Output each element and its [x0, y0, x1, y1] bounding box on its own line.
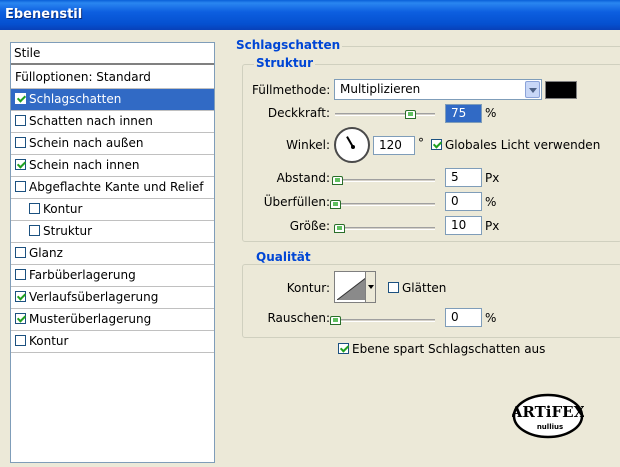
style-item-label: Schein nach außen: [29, 136, 144, 150]
style-item-label: Kontur: [29, 334, 69, 348]
distance-input[interactable]: 5: [445, 168, 482, 187]
style-item[interactable]: Kontur: [11, 199, 214, 221]
style-item[interactable]: Fülloptionen: Standard: [11, 67, 214, 89]
opacity-unit: %: [485, 106, 497, 120]
knockout-check[interactable]: [338, 343, 349, 354]
style-item-checkbox[interactable]: [29, 203, 40, 214]
style-item-label: Fülloptionen: Standard: [15, 70, 151, 84]
antialias-check[interactable]: [388, 282, 399, 293]
style-item-checkbox[interactable]: [15, 159, 26, 170]
angle-label: Winkel:: [286, 138, 330, 152]
styles-list: Stile Fülloptionen: Standard Schlagschatt…: [10, 42, 215, 463]
quality-group: [242, 264, 620, 338]
svg-text:nullius: nullius: [537, 423, 563, 431]
style-item-checkbox[interactable]: [15, 269, 26, 280]
spread-input[interactable]: 0: [445, 192, 482, 211]
antialias-label: Glätten: [402, 281, 447, 295]
spread-slider-thumb[interactable]: [330, 200, 341, 209]
noise-label: Rauschen:: [267, 311, 330, 325]
style-item-checkbox[interactable]: [15, 291, 26, 302]
noise-slider-thumb[interactable]: [330, 316, 341, 325]
artifex-logo: ARTiFEX nullius: [512, 393, 584, 439]
style-item-checkbox[interactable]: [15, 247, 26, 258]
size-unit: Px: [485, 219, 500, 233]
knockout-checkbox[interactable]: Ebene spart Schlagschatten aus: [338, 342, 545, 356]
opacity-input[interactable]: 75: [445, 104, 482, 123]
noise-input[interactable]: 0: [445, 308, 482, 327]
angle-unit: °: [418, 136, 424, 150]
quality-title: Qualität: [254, 250, 313, 264]
style-item[interactable]: Abgeflachte Kante und Relief: [11, 177, 214, 199]
style-item[interactable]: Musterüberlagerung: [11, 309, 214, 331]
blend-mode-label: Füllmethode:: [252, 83, 331, 97]
shadow-color-swatch[interactable]: [545, 81, 577, 99]
global-light-checkbox[interactable]: Globales Licht verwenden: [431, 138, 600, 152]
styles-list-header: Stile: [11, 43, 214, 65]
knockout-label: Ebene spart Schlagschatten aus: [352, 342, 546, 356]
style-item-label: Verlaufsüberlagerung: [29, 290, 159, 304]
style-item-checkbox[interactable]: [15, 137, 26, 148]
structure-title: Struktur: [254, 56, 316, 70]
spread-label: Überfüllen:: [263, 195, 330, 209]
style-item-checkbox[interactable]: [15, 335, 26, 346]
angle-dial[interactable]: [334, 127, 370, 163]
blend-mode-select[interactable]: Multiplizieren: [334, 79, 542, 100]
style-item-checkbox[interactable]: [15, 313, 26, 324]
style-item[interactable]: Struktur: [11, 221, 214, 243]
size-label: Größe:: [289, 219, 330, 233]
distance-unit: Px: [485, 171, 500, 185]
opacity-slider[interactable]: [335, 113, 435, 116]
style-item-checkbox[interactable]: [29, 225, 40, 236]
style-item-checkbox[interactable]: [15, 93, 26, 104]
svg-text:ARTiFEX: ARTiFEX: [512, 403, 584, 421]
style-item[interactable]: Glanz: [11, 243, 214, 265]
style-item-label: Schein nach innen: [29, 158, 140, 172]
size-slider-thumb[interactable]: [334, 224, 345, 233]
style-item-label: Abgeflachte Kante und Relief: [29, 180, 204, 194]
style-item[interactable]: Schatten nach innen: [11, 111, 214, 133]
distance-label: Abstand:: [276, 171, 330, 185]
style-item-label: Musterüberlagerung: [29, 312, 152, 326]
opacity-slider-thumb[interactable]: [405, 110, 416, 119]
style-item-label: Schatten nach innen: [29, 114, 153, 128]
title-bar[interactable]: Ebenenstil: [0, 0, 620, 30]
drop-shadow-title: Schlagschatten: [234, 38, 343, 52]
style-item[interactable]: Verlaufsüberlagerung: [11, 287, 214, 309]
opacity-label: Deckkraft:: [267, 106, 330, 120]
angle-input[interactable]: 120: [373, 136, 415, 155]
style-item[interactable]: Farbüberlagerung: [11, 265, 214, 287]
drop-shadow-panel: Schlagschatten Struktur Füllmethode: Mul…: [232, 38, 620, 467]
style-item[interactable]: Schein nach innen: [11, 155, 214, 177]
antialias-checkbox[interactable]: Glätten: [388, 281, 446, 295]
global-light-label: Globales Licht verwenden: [445, 138, 601, 152]
style-item-label: Glanz: [29, 246, 63, 260]
style-item-checkbox[interactable]: [15, 181, 26, 192]
contour-label: Kontur:: [286, 281, 330, 295]
noise-unit: %: [485, 311, 497, 325]
size-input[interactable]: 10: [445, 216, 482, 235]
style-item-label: Kontur: [43, 202, 83, 216]
style-item-label: Farbüberlagerung: [29, 268, 136, 282]
style-item[interactable]: Schein nach außen: [11, 133, 214, 155]
noise-slider[interactable]: [335, 319, 435, 322]
style-item-label: Struktur: [43, 224, 93, 238]
style-item-checkbox[interactable]: [15, 115, 26, 126]
size-slider[interactable]: [335, 227, 435, 230]
style-item-label: Schlagschatten: [29, 92, 122, 106]
window-title: Ebenenstil: [5, 7, 83, 22]
spread-unit: %: [485, 195, 497, 209]
distance-slider[interactable]: [335, 179, 435, 182]
global-light-check[interactable]: [431, 139, 442, 150]
blend-mode-value: Multiplizieren: [340, 82, 421, 96]
distance-slider-thumb[interactable]: [332, 176, 343, 185]
style-item[interactable]: Schlagschatten: [11, 89, 214, 111]
chevron-down-icon[interactable]: [525, 81, 540, 98]
style-item[interactable]: Kontur: [11, 331, 214, 353]
contour-dropdown-icon[interactable]: [365, 271, 376, 303]
spread-slider[interactable]: [335, 203, 435, 206]
